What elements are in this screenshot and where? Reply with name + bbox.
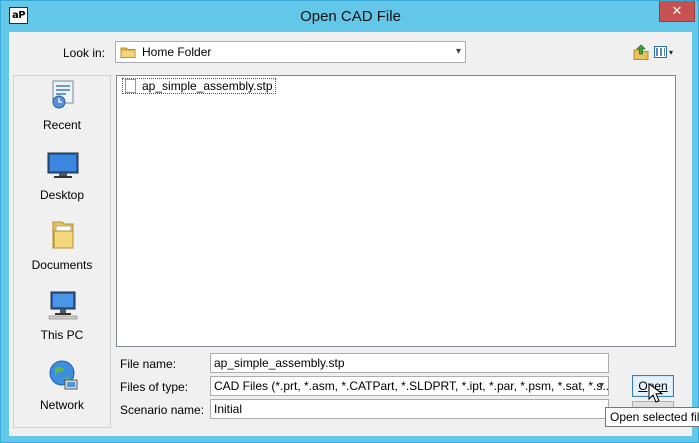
file-name: ap_simple_assembly.stp [142,79,273,93]
view-menu-icon [654,46,667,58]
place-desktop[interactable]: Desktop [14,148,110,208]
chevron-down-icon: ▾ [455,46,461,57]
desktop-icon [47,152,79,178]
file-list[interactable]: ap_simple_assembly.stp [116,75,676,347]
open-button-tooltip: Open selected file [605,407,699,427]
chevron-down-icon: ▾ [598,380,604,391]
file-name-value: ap_simple_assembly.stp [214,356,345,370]
recent-icon [52,80,74,109]
computer-icon [48,291,78,320]
file-type-label: Files of type: [120,380,189,394]
place-label: Recent [42,118,82,132]
place-label: Network [39,398,84,412]
up-folder-button[interactable] [632,43,650,61]
place-label: This PC [40,328,84,342]
place-label: Desktop [39,188,85,202]
place-recent[interactable]: Recent [14,78,110,138]
places-bar: Recent Desktop Documents This PC Network [13,75,111,428]
open-cad-file-dialog: aP Open CAD File ✕ Look in: Home Folder … [0,0,699,443]
file-type-value: CAD Files (*.prt, *.asm, *.CATPart, *.SL… [214,379,609,393]
close-button[interactable]: ✕ [659,1,695,22]
title-bar[interactable]: aP Open CAD File ✕ [1,1,699,32]
file-name-field[interactable]: ap_simple_assembly.stp [210,353,609,373]
mouse-cursor-icon [648,383,664,403]
documents-icon [52,221,74,249]
up-folder-icon [633,44,649,60]
file-icon [125,79,136,93]
look-in-value: Home Folder [142,45,212,59]
folder-icon [120,47,136,58]
scenario-name-value: Initial [214,402,243,416]
network-icon [49,360,78,390]
view-menu-caret-icon: ▾ [669,47,674,57]
scenario-name-field[interactable]: Initial [210,399,609,419]
place-network[interactable]: Network [14,358,110,418]
dialog-body: Look in: Home Folder ▾ ▾ Recent Desktop … [9,32,692,436]
place-this-pc[interactable]: This PC [14,288,110,348]
window-title: Open CAD File [300,8,401,25]
place-label: Documents [31,258,93,272]
list-item[interactable]: ap_simple_assembly.stp [122,78,276,94]
file-name-label: File name: [120,357,177,371]
place-documents[interactable]: Documents [14,218,110,278]
file-type-dropdown[interactable]: CAD Files (*.prt, *.asm, *.CATPart, *.SL… [210,376,609,396]
look-in-label: Look in: [63,46,106,60]
view-menu-button[interactable]: ▾ [654,43,678,61]
scenario-name-label: Scenario name: [120,403,205,417]
look-in-dropdown[interactable]: Home Folder ▾ [115,41,466,63]
